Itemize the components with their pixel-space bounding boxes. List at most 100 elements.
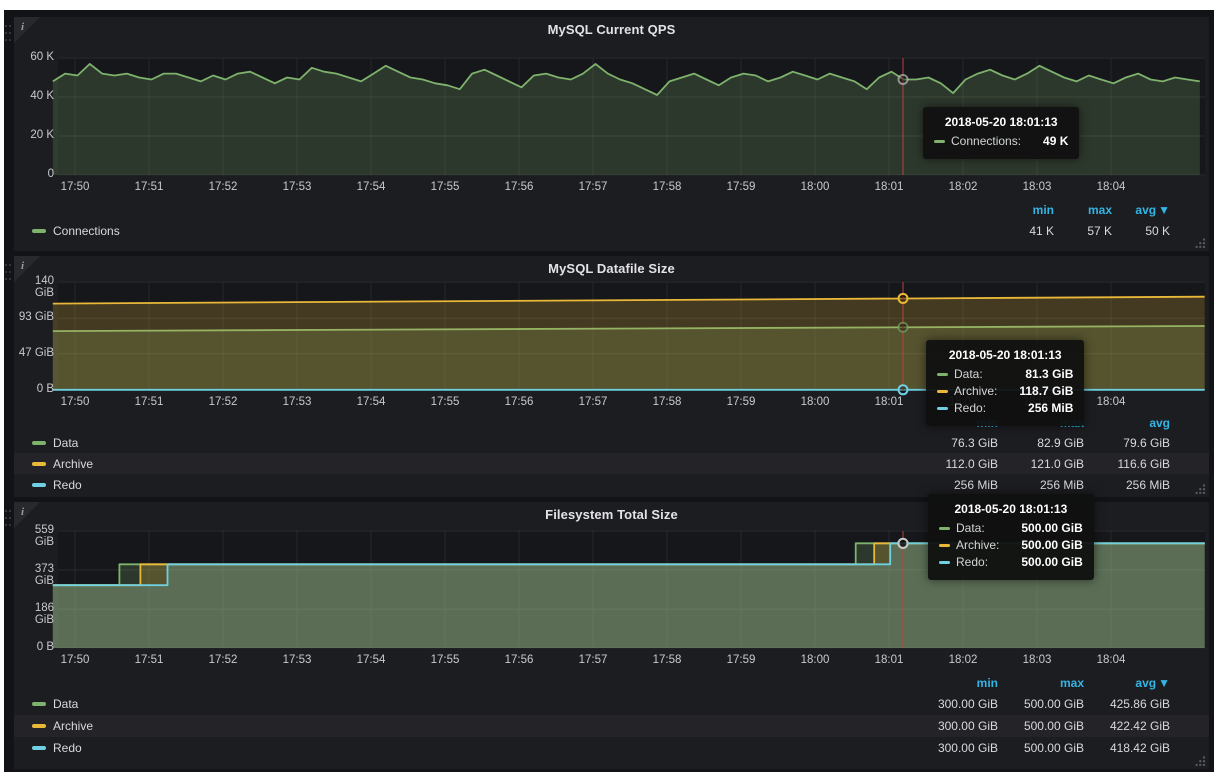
panel-drag-handle[interactable]	[5, 510, 11, 528]
series-name: Data	[53, 436, 78, 450]
x-tick-label: 18:01	[867, 181, 911, 193]
y-tick-label: 60 K	[14, 51, 54, 63]
stat-min-value: 300.00 GiB	[918, 719, 998, 733]
legend-series-toggle[interactable]: Archive	[14, 457, 912, 471]
grafana-dashboard: i MySQL Current QPS 020 K40 K60 K17:5017…	[4, 10, 1214, 772]
series-name: Archive	[53, 719, 93, 733]
x-tick-label: 17:53	[275, 654, 319, 666]
tooltip-series-label: Archive:	[954, 384, 997, 398]
x-tick-label: 18:04	[1089, 181, 1133, 193]
info-icon[interactable]: i	[21, 260, 24, 272]
tooltip-series-label: Connections:	[951, 134, 1021, 148]
y-tick-label: 186 GiB	[14, 602, 54, 626]
x-tick-label: 17:51	[127, 396, 171, 408]
x-tick-label: 18:00	[793, 396, 837, 408]
x-tick-label: 18:02	[941, 181, 985, 193]
sort-caret-icon: ▼	[1158, 203, 1170, 217]
sort-by-avg[interactable]: avg▼	[1090, 676, 1170, 690]
stat-min-value: 300.00 GiB	[918, 741, 998, 755]
x-tick-label: 17:51	[127, 181, 171, 193]
panel-resize-handle[interactable]	[1195, 756, 1205, 766]
panel-title[interactable]: MySQL Current QPS	[14, 22, 1209, 37]
series-color-swatch	[32, 746, 46, 750]
panel-resize-handle[interactable]	[1195, 484, 1205, 494]
series-color-swatch	[32, 702, 46, 706]
legend-series-toggle[interactable]: Connections	[14, 224, 996, 238]
series-color-swatch	[934, 140, 945, 143]
series-color-swatch	[939, 561, 950, 564]
legend-series-toggle[interactable]: Archive	[14, 719, 912, 733]
legend-row-archive: Archive112.0 GiB121.0 GiB116.6 GiB	[14, 453, 1209, 474]
legend-series-toggle[interactable]: Redo	[14, 478, 912, 492]
tooltip-series-label: Redo:	[956, 555, 988, 569]
x-tick-label: 17:55	[423, 181, 467, 193]
sort-by-max[interactable]: max	[1004, 676, 1084, 690]
panel-drag-handle[interactable]	[5, 25, 11, 43]
x-tick-label: 18:00	[793, 181, 837, 193]
tooltip-series-value: 500.00 GiB	[1021, 538, 1082, 552]
tooltip-series-value: 49 K	[1043, 134, 1068, 148]
stat-max-value: 500.00 GiB	[1004, 719, 1084, 733]
series-name: Redo	[53, 478, 82, 492]
tooltip-series-label: Redo:	[954, 401, 986, 415]
tooltip-timestamp: 2018-05-20 18:01:13	[934, 115, 1068, 129]
panel-mysql-datafile-size: i MySQL Datafile Size 0 B47 GiB93 GiB140…	[14, 256, 1209, 497]
series-name: Data	[53, 697, 78, 711]
stat-min-value: 76.3 GiB	[918, 436, 998, 450]
tooltip-timestamp: 2018-05-20 18:01:13	[937, 348, 1073, 362]
x-tick-label: 17:59	[719, 396, 763, 408]
info-icon[interactable]: i	[21, 506, 24, 518]
stat-min-value: 256 MiB	[918, 478, 998, 492]
legend-series-toggle[interactable]: Data	[14, 436, 912, 450]
tooltip-series-row: Data:81.3 GiB	[937, 367, 1073, 381]
stat-avg-value: 256 MiB	[1090, 478, 1170, 492]
panel-resize-handle[interactable]	[1195, 238, 1205, 248]
sort-caret-icon: ▼	[1158, 676, 1170, 690]
series-color-swatch	[937, 390, 948, 393]
tooltip-timestamp: 2018-05-20 18:01:13	[939, 502, 1083, 516]
legend-series-toggle[interactable]: Redo	[14, 741, 912, 755]
x-tick-label: 18:03	[1015, 654, 1059, 666]
y-tick-label: 559 GiB	[14, 524, 54, 548]
info-icon[interactable]: i	[21, 21, 24, 33]
tooltip-series-value: 256 MiB	[1028, 401, 1073, 415]
tooltip-series-row: Redo:500.00 GiB	[939, 555, 1083, 569]
stat-max-value: 57 K	[1064, 224, 1112, 238]
y-tick-label: 20 K	[14, 129, 54, 141]
sort-by-min[interactable]: min	[1006, 203, 1054, 217]
sort-by-min[interactable]: min	[918, 676, 998, 690]
stat-avg-value: 116.6 GiB	[1090, 457, 1170, 471]
tooltip-series-row: Archive: 118.7 GiB	[937, 384, 1073, 398]
qps-tooltip: 2018-05-20 18:01:13 Connections: 49 K	[923, 107, 1079, 159]
stat-max-value: 500.00 GiB	[1004, 697, 1084, 711]
legend-row-redo: Redo256 MiB256 MiB256 MiB	[14, 474, 1209, 495]
x-tick-label: 18:01	[867, 654, 911, 666]
y-tick-label: 40 K	[14, 90, 54, 102]
sort-by-avg[interactable]: avg	[1090, 416, 1170, 430]
legend-row-archive: Archive 300.00 GiB 500.00 GiB 422.42 GiB	[14, 715, 1209, 737]
y-tick-label: 0 B	[14, 641, 54, 653]
x-tick-label: 18:04	[1089, 654, 1133, 666]
x-tick-label: 17:58	[645, 181, 689, 193]
x-tick-label: 17:55	[423, 396, 467, 408]
y-tick-label: 47 GiB	[14, 347, 54, 359]
stat-avg-value: 422.42 GiB	[1090, 719, 1170, 733]
x-tick-label: 17:54	[349, 181, 393, 193]
x-tick-label: 17:55	[423, 654, 467, 666]
tooltip-series-value: 118.7 GiB	[1019, 384, 1073, 398]
legend-row-connections: Connections41 K57 K50 K	[14, 220, 1209, 241]
stat-avg-value: 79.6 GiB	[1090, 436, 1170, 450]
x-tick-label: 18:04	[1089, 396, 1133, 408]
x-tick-label: 17:53	[275, 396, 319, 408]
panel-drag-handle[interactable]	[5, 264, 11, 282]
tooltip-series-row: Connections: 49 K	[934, 134, 1068, 148]
sort-by-avg[interactable]: avg▼	[1122, 203, 1170, 217]
stat-min-value: 112.0 GiB	[918, 457, 998, 471]
panel-title[interactable]: MySQL Datafile Size	[14, 261, 1209, 276]
x-tick-label: 18:00	[793, 654, 837, 666]
stat-avg-value: 425.86 GiB	[1090, 697, 1170, 711]
tooltip-series-row: Archive:500.00 GiB	[939, 538, 1083, 552]
legend-series-toggle[interactable]: Data	[14, 697, 912, 711]
stat-max-value: 500.00 GiB	[1004, 741, 1084, 755]
sort-by-max[interactable]: max	[1064, 203, 1112, 217]
